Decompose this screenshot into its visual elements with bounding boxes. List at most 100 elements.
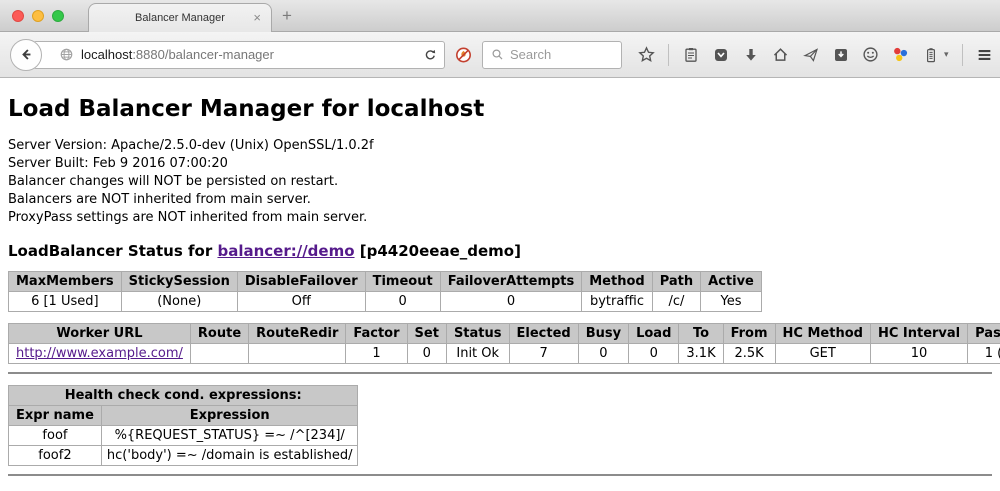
worker-status-table: Worker URL Route RouteRedir Factor Set S… xyxy=(8,323,1000,364)
table-cell: (None) xyxy=(121,292,237,312)
page-bottom-divider xyxy=(8,474,992,476)
column-header: Path xyxy=(652,272,700,292)
navigation-toolbar: localhost:8880/balancer-manager xyxy=(0,32,1000,78)
balancer-demo-link[interactable]: balancer://demo xyxy=(217,242,354,260)
persist-note-line: Balancer changes will NOT be persisted o… xyxy=(8,173,992,191)
url-path: :8880/balancer-manager xyxy=(132,47,274,62)
column-header: Set xyxy=(407,324,446,344)
column-header: Worker URL xyxy=(9,324,191,344)
browser-tab[interactable]: Balancer Manager × xyxy=(88,3,272,32)
table-cell: Off xyxy=(237,292,365,312)
toolbar-icons: ▾ xyxy=(638,44,1000,66)
server-info: Server Version: Apache/2.5.0-dev (Unix) … xyxy=(8,137,992,227)
tab-title: Balancer Manager xyxy=(135,12,225,24)
flame-block-icon[interactable] xyxy=(455,46,472,63)
table-cell: 6 [1 Used] xyxy=(9,292,122,312)
table-cell: GET xyxy=(775,344,870,364)
status-suffix: [p4420eeae_demo] xyxy=(355,242,521,260)
reading-list-icon[interactable] xyxy=(682,46,699,63)
worker-url-cell: http://www.example.com/ xyxy=(9,344,191,364)
zoom-window-icon[interactable] xyxy=(52,10,64,22)
chevron-down-icon[interactable]: ▾ xyxy=(944,49,949,60)
colored-dots-icon[interactable] xyxy=(892,46,909,63)
balancer-config-table: MaxMembers StickySession DisableFailover… xyxy=(8,271,762,312)
health-check-table: Health check cond. expressions: Expr nam… xyxy=(8,385,358,466)
pocket-icon[interactable] xyxy=(712,46,729,63)
back-icon xyxy=(18,46,35,63)
back-button[interactable] xyxy=(10,39,42,71)
download-arrow-icon[interactable] xyxy=(742,46,759,63)
expression-cell: hc('body') =~ /domain is established/ xyxy=(101,446,358,466)
server-built-line: Server Built: Feb 9 2016 07:00:20 xyxy=(8,155,992,173)
search-icon xyxy=(489,46,506,63)
column-header: HC Interval xyxy=(870,324,967,344)
column-header: Route xyxy=(190,324,248,344)
url-domain: localhost xyxy=(81,47,132,62)
minimize-window-icon[interactable] xyxy=(32,10,44,22)
title-bar: Balancer Manager × + xyxy=(0,0,1000,32)
column-header: DisableFailover xyxy=(237,272,365,292)
column-header: MaxMembers xyxy=(9,272,122,292)
column-header: FailoverAttempts xyxy=(440,272,582,292)
table-cell: 0 xyxy=(578,344,628,364)
table-cell: 2.5K xyxy=(723,344,775,364)
url-text: localhost:8880/balancer-manager xyxy=(81,47,415,62)
column-header: Method xyxy=(582,272,652,292)
column-header: StickySession xyxy=(121,272,237,292)
table-cell: 1 (0) xyxy=(968,344,1000,364)
table-cell: /c/ xyxy=(652,292,700,312)
send-plane-icon[interactable] xyxy=(802,46,819,63)
clipboard-battery-icon[interactable] xyxy=(922,46,939,63)
column-header: Status xyxy=(446,324,509,344)
balancer-header-row: MaxMembers StickySession DisableFailover… xyxy=(9,272,762,292)
column-header: Timeout xyxy=(365,272,440,292)
column-header: Load xyxy=(629,324,679,344)
search-input[interactable] xyxy=(510,47,610,62)
health-data-row: foof %{REQUEST_STATUS} =~ /^[234]/ xyxy=(9,426,358,446)
loadbalancer-status-heading: LoadBalancer Status for balancer://demo … xyxy=(8,242,992,260)
column-header: Expression xyxy=(101,406,358,426)
table-cell xyxy=(249,344,346,364)
proxypass-note-line: ProxyPass settings are NOT inherited fro… xyxy=(8,209,992,227)
menu-icon[interactable] xyxy=(976,46,993,63)
section-divider xyxy=(8,372,992,374)
table-cell: 0 xyxy=(440,292,582,312)
tab-close-icon[interactable]: × xyxy=(253,10,261,25)
bookmark-star-icon[interactable] xyxy=(638,46,655,63)
globe-icon xyxy=(58,46,75,63)
column-header: Busy xyxy=(578,324,628,344)
table-cell: Yes xyxy=(701,292,762,312)
health-table-title: Health check cond. expressions: xyxy=(9,386,358,406)
column-header: Elected xyxy=(509,324,578,344)
page-title: Load Balancer Manager for localhost xyxy=(8,96,992,122)
search-bar[interactable] xyxy=(482,41,622,69)
expr-name-cell: foof2 xyxy=(9,446,102,466)
smiley-icon[interactable] xyxy=(862,46,879,63)
balancer-data-row: 6 [1 Used] (None) Off 0 0 bytraffic /c/ … xyxy=(9,292,762,312)
traffic-lights xyxy=(12,10,64,22)
worker-data-row: http://www.example.com/ 1 0 Init Ok 7 0 … xyxy=(9,344,1000,364)
download-box-icon[interactable] xyxy=(832,46,849,63)
table-cell: 1 xyxy=(346,344,407,364)
reload-icon[interactable] xyxy=(421,46,438,63)
column-header: Passes xyxy=(968,324,1000,344)
close-window-icon[interactable] xyxy=(12,10,24,22)
column-header: Factor xyxy=(346,324,407,344)
table-cell: Init Ok xyxy=(446,344,509,364)
balancer-manager-page: Load Balancer Manager for localhost Serv… xyxy=(0,78,1000,476)
new-tab-button[interactable]: + xyxy=(282,6,292,26)
table-cell: 3.1K xyxy=(679,344,723,364)
expr-name-cell: foof xyxy=(9,426,102,446)
column-header: RouteRedir xyxy=(249,324,346,344)
column-header: To xyxy=(679,324,723,344)
column-header: Expr name xyxy=(9,406,102,426)
home-icon[interactable] xyxy=(772,46,789,63)
table-cell xyxy=(190,344,248,364)
server-version-line: Server Version: Apache/2.5.0-dev (Unix) … xyxy=(8,137,992,155)
expression-cell: %{REQUEST_STATUS} =~ /^[234]/ xyxy=(101,426,358,446)
column-header: From xyxy=(723,324,775,344)
column-header: Active xyxy=(701,272,762,292)
worker-url-link[interactable]: http://www.example.com/ xyxy=(16,346,183,361)
health-title-row: Health check cond. expressions: xyxy=(9,386,358,406)
url-bar[interactable]: localhost:8880/balancer-manager xyxy=(33,41,445,69)
